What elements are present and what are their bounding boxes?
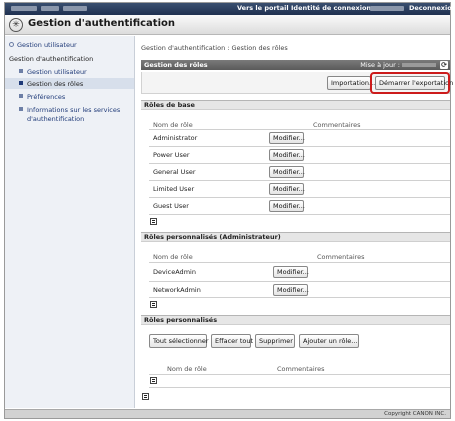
column-header-comments: Commentaires <box>277 365 325 373</box>
divider <box>149 197 450 198</box>
square-icon <box>19 94 23 98</box>
modify-button[interactable]: Modifier... <box>269 166 305 178</box>
custom-roles-header: Rôles personnalisés <box>141 315 450 325</box>
add-role-button[interactable]: Ajouter un rôle... <box>299 334 359 348</box>
redacted-login-id <box>370 6 404 11</box>
modify-button[interactable]: Modifier... <box>269 200 305 212</box>
role-name: Power User <box>153 151 190 159</box>
scroll-to-top-icon[interactable] <box>150 301 157 308</box>
section-title: Gestion des rôles <box>144 61 208 69</box>
custom-admin-roles-header: Rôles personnalisés (Administrateur) <box>141 232 450 242</box>
role-name: NetworkAdmin <box>153 286 201 294</box>
modify-button[interactable]: Modifier... <box>269 149 305 161</box>
role-name: Administrator <box>153 134 198 142</box>
sidebar-item-label: Informations sur les services <box>27 106 121 114</box>
redacted-text <box>11 6 37 11</box>
role-name: General User <box>153 168 196 176</box>
square-icon <box>19 69 23 73</box>
column-header-role-name: Nom de rôle <box>153 121 193 129</box>
divider <box>149 262 450 263</box>
redacted-timestamp <box>402 63 436 67</box>
top-bar: Vers le portail Identité de connexion : … <box>5 3 455 15</box>
gear-icon: ✳ <box>9 18 23 32</box>
updated-label: Mise à jour : <box>360 61 400 69</box>
sidebar-item-label: Gestion utilisateur <box>17 41 77 49</box>
square-icon <box>19 81 23 85</box>
sidebar-item-user-management[interactable]: Gestion utilisateur <box>19 68 87 76</box>
scroll-to-top-icon[interactable] <box>150 377 157 384</box>
action-bar: Importation... Démarrer l'exportation <box>141 72 453 94</box>
role-management-header: Gestion des rôles Mise à jour : ⟳ <box>141 60 450 70</box>
sidebar-item-role-management[interactable]: Gestion des rôles <box>19 80 83 88</box>
refresh-icon[interactable]: ⟳ <box>440 61 448 69</box>
import-button[interactable]: Importation... <box>327 76 375 90</box>
sidebar-item-label: Gestion utilisateur <box>27 68 87 76</box>
sidebar-item-user-management-root[interactable]: Gestion utilisateur <box>9 41 77 49</box>
modify-button[interactable]: Modifier... <box>273 266 309 278</box>
divider <box>149 146 450 147</box>
main-content: Gestion d'authentification : Gestion des… <box>137 36 453 408</box>
sidebar: Gestion utilisateur Gestion d'authentifi… <box>5 36 135 408</box>
divider <box>149 214 450 215</box>
sidebar-item-auth-services-info[interactable]: Informations sur les services <box>19 106 120 114</box>
sidebar-heading-auth: Gestion d'authentification <box>9 55 94 63</box>
role-name: DeviceAdmin <box>153 268 196 276</box>
delete-button[interactable]: Supprimer <box>255 334 295 348</box>
column-header-role-name: Nom de rôle <box>153 253 193 261</box>
redacted-text <box>41 6 59 11</box>
portal-link[interactable]: Vers le portail <box>237 4 289 12</box>
role-name: Limited User <box>153 185 195 193</box>
page-title: Gestion d'authentification <box>28 18 176 29</box>
breadcrumb: Gestion d'authentification : Gestion des… <box>141 44 288 52</box>
scroll-to-top-icon[interactable] <box>150 218 157 225</box>
sidebar-item-label: Gestion des rôles <box>27 80 84 88</box>
redacted-text <box>63 6 87 11</box>
modify-button[interactable]: Modifier... <box>269 132 305 144</box>
divider <box>149 281 450 282</box>
divider <box>149 129 450 130</box>
footer: Copyright CANON INC. <box>5 409 450 418</box>
column-header-comments: Commentaires <box>313 121 361 129</box>
select-all-button[interactable]: Tout sélectionner <box>149 334 209 348</box>
column-header-role-name: Nom de rôle <box>167 365 207 373</box>
logout-link[interactable]: Deconnexion <box>409 4 455 12</box>
divider <box>149 374 450 375</box>
square-icon <box>19 107 23 111</box>
divider <box>149 163 450 164</box>
divider <box>149 387 450 388</box>
sidebar-item-label-continued[interactable]: d'authentification <box>27 115 84 123</box>
copyright-text: Copyright CANON INC. <box>384 411 446 417</box>
column-header-comments: Commentaires <box>317 253 365 261</box>
login-id-label: Identité de connexion : <box>291 4 376 12</box>
app-window: Vers le portail Identité de connexion : … <box>4 2 455 419</box>
role-name: Guest User <box>153 202 189 210</box>
circle-icon <box>9 42 14 47</box>
modify-button[interactable]: Modifier... <box>269 183 305 195</box>
scroll-to-top-icon[interactable] <box>142 393 149 400</box>
highlight-annotation <box>370 72 450 94</box>
sidebar-item-preferences[interactable]: Préférences <box>19 93 65 101</box>
sidebar-item-label: Préférences <box>27 93 66 101</box>
divider <box>149 297 450 298</box>
clear-all-button[interactable]: Effacer tout <box>211 334 253 348</box>
title-bar: ✳ Gestion d'authentification <box>5 15 450 35</box>
divider <box>149 180 450 181</box>
basic-roles-header: Rôles de base <box>141 100 450 110</box>
modify-button[interactable]: Modifier... <box>273 284 309 296</box>
